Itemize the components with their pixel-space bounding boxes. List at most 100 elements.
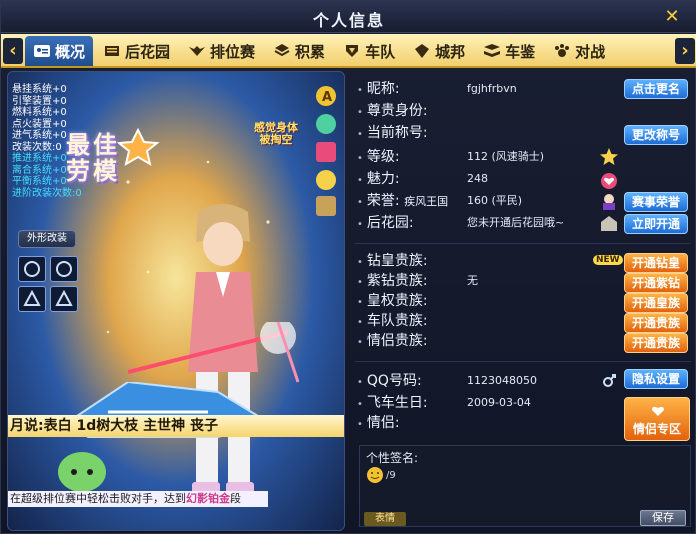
ranking-notice: 在超级排位赛中轻松击败对手，达到幻影铂金段 [8, 491, 268, 507]
tab-city[interactable]: 城邦 [405, 36, 473, 66]
privacy-settings-button[interactable]: 隐私设置 [624, 369, 688, 389]
equip-slot[interactable] [50, 256, 78, 282]
honor-row: • 荣誉: 疾风王国 [357, 193, 449, 209]
book-icon [484, 44, 501, 57]
tab-ranking[interactable]: 排位赛 [180, 36, 263, 66]
best-worker-badge-text: 最佳 劳模 [66, 131, 120, 185]
tab-battle[interactable]: 对战 [545, 36, 613, 66]
window-title: 个人信息 [312, 11, 385, 30]
identity-row: • 尊贵身份: [357, 103, 428, 119]
qq-row: • QQ号码: [357, 373, 422, 389]
signature-count: /9 [386, 470, 396, 481]
open-team-noble-button[interactable]: 开通贵族 [624, 313, 688, 333]
signature-box[interactable]: 个性签名: /9 表情 保存 [359, 445, 691, 527]
tab-label: 积累 [295, 42, 326, 61]
open-couple-noble-button[interactable]: 开通贵族 [624, 333, 688, 353]
section-divider [355, 243, 691, 244]
tab-list: 概况 后花园 排位赛 积累 车队 城邦 车鉴 对战 [25, 36, 613, 66]
tab-accumulate[interactable]: 积累 [265, 36, 333, 66]
star-level-icon [600, 148, 618, 165]
equip-slot[interactable] [18, 256, 46, 282]
open-royal-button[interactable]: 开通皇族 [624, 293, 688, 313]
rank-wings-icon [189, 46, 206, 56]
team-noble-row: • 车队贵族: [357, 313, 428, 329]
open-diamond-button[interactable]: 开通钻皇 [624, 253, 688, 273]
birthday-label: 飞车生日: [366, 395, 428, 411]
tab-label: 概况 [55, 42, 86, 61]
garden-value: 您未开通后花园哦~ [467, 216, 565, 229]
winged-heart-icon [652, 406, 664, 416]
open-garden-button[interactable]: 立即开通 [624, 214, 688, 234]
tab-car-book[interactable]: 车鉴 [475, 36, 543, 66]
charm-value: 248 [467, 172, 488, 185]
nickname-label: 昵称: [366, 81, 400, 97]
couple-noble-row: • 情侣贵族: [357, 333, 428, 349]
signature-label: 个性签名: [366, 451, 419, 465]
level-row: • 等级: [357, 149, 400, 165]
notice-rank-name: 幻影铂金 [186, 492, 230, 505]
notice-suffix: 段 [230, 492, 241, 505]
marquee-banner: 月说:表白 1d树大枝 主世神 丧子 [8, 415, 344, 437]
garden-label: 后花园: [366, 215, 414, 231]
tab-label: 城邦 [435, 42, 466, 61]
charm-label: 魅力: [366, 171, 400, 187]
garden-icon [105, 46, 120, 56]
king-avatar-icon [603, 194, 615, 210]
tab-label: 对战 [575, 42, 606, 61]
robot-icon[interactable] [316, 114, 336, 134]
tab-scroll-left-icon[interactable]: ‹ [3, 38, 23, 64]
couple-zone-label: 情侣专区 [632, 422, 681, 436]
circle-slot-icon [56, 261, 72, 277]
heart-charm-icon [601, 173, 617, 189]
royal-label: 皇权贵族: [366, 293, 428, 309]
profile-window: 个人信息 ✕ ‹ 概况 后花园 排位赛 积累 车队 城邦 车鉴 对战 › 悬挂系… [0, 0, 696, 534]
tab-scroll-right-icon[interactable]: › [675, 38, 695, 64]
purple-row: • 紫钻贵族: [357, 273, 428, 289]
circle-slot-icon [24, 261, 40, 277]
gift-box-icon[interactable] [316, 142, 336, 162]
tab-label: 车队 [365, 42, 396, 61]
stat-line: 悬挂系统+0 [12, 84, 67, 95]
rename-button[interactable]: 点击更名 [624, 79, 688, 99]
change-title-button[interactable]: 更改称号 [624, 125, 688, 145]
equip-slot[interactable] [50, 286, 78, 312]
appearance-mod-button[interactable]: 外形改装 [18, 230, 76, 248]
clover-icon[interactable] [316, 170, 336, 190]
new-badge: NEW [593, 255, 623, 265]
nickname-value: fgjhfrbvn [467, 82, 517, 95]
event-honor-button[interactable]: 赛事荣誉 [624, 192, 688, 212]
stat-line: 进阶改装次数:0 [12, 187, 82, 199]
save-button[interactable]: 保存 [640, 510, 686, 526]
tab-team[interactable]: 车队 [335, 36, 403, 66]
trophy-icon[interactable] [316, 196, 336, 216]
qq-value: 1123048050 [467, 374, 537, 387]
open-purple-button[interactable]: 开通紫钻 [624, 273, 688, 293]
identity-label: 尊贵身份: [366, 103, 428, 119]
notice-text: 在超级排位赛中轻松击败对手，达到 [10, 492, 186, 505]
avatar-panel: 悬挂系统+0 引擎装置+0 燃料系统+0 点火装置+0 进气系统+0 改装次数:… [7, 71, 345, 531]
tab-garden[interactable]: 后花园 [95, 36, 178, 66]
title-bar: 个人信息 ✕ [1, 1, 696, 33]
honor-value: 160 (平民) [467, 194, 523, 207]
tab-bar: ‹ 概况 后花园 排位赛 积累 车队 城邦 车鉴 对战 › [1, 34, 696, 68]
tab-overview[interactable]: 概况 [25, 36, 94, 66]
paw-icon [555, 44, 570, 57]
gender-male-icon [603, 374, 616, 387]
qq-label: QQ号码: [366, 373, 422, 389]
couple-noble-label: 情侣贵族: [366, 333, 428, 349]
stat-line: 引擎装置+0 [12, 95, 67, 107]
stat-line: 燃料系统+0 [12, 107, 67, 118]
a-badge-icon[interactable]: A [316, 86, 336, 106]
nickname-row: • 昵称: [357, 81, 400, 97]
purple-label: 紫钻贵族: [366, 273, 428, 289]
section-divider [355, 361, 691, 362]
level-label: 等级: [366, 149, 400, 165]
equip-slot[interactable] [18, 286, 46, 312]
couple-zone-button[interactable]: 情侣专区 [624, 397, 690, 441]
couple-info-label: 情侣: [366, 415, 400, 431]
emoji-button[interactable]: 表情 [364, 512, 406, 526]
pet-mascot [58, 452, 106, 492]
stack-icon [274, 44, 290, 57]
close-icon[interactable]: ✕ [661, 6, 683, 28]
triangle-slot-icon [55, 290, 73, 306]
